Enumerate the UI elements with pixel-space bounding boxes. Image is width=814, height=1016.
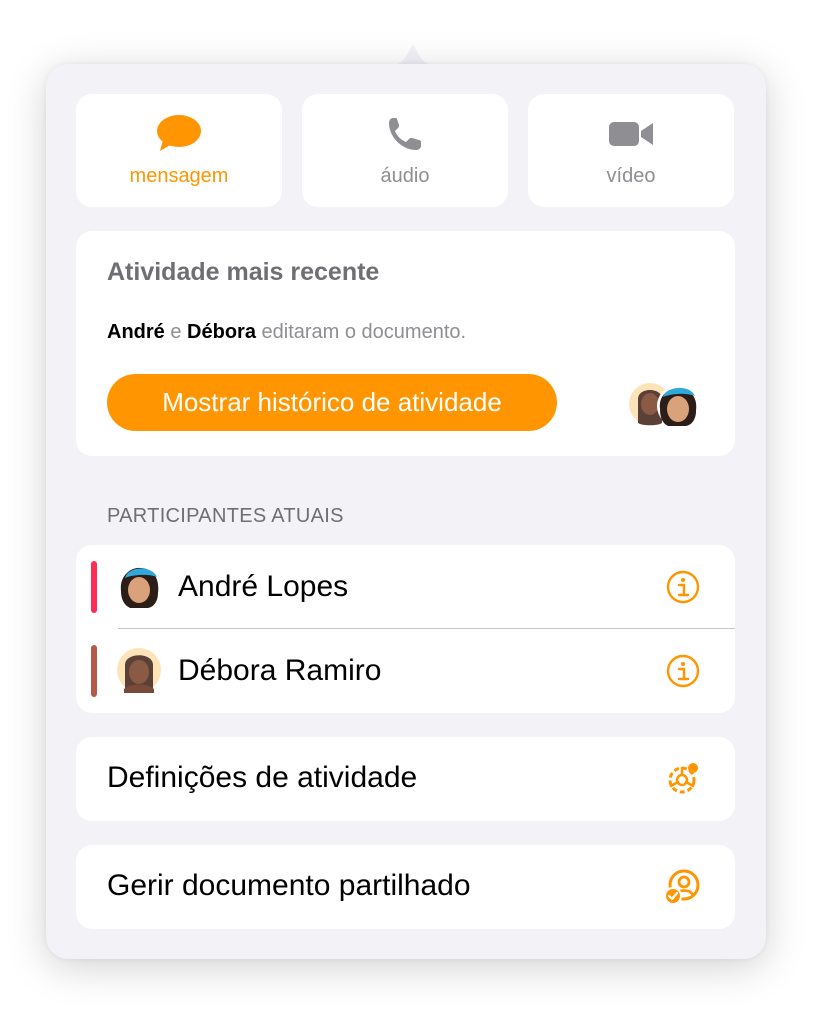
collaboration-popover: mensagem áudio vídeo Atividade mais rece… (46, 64, 766, 959)
info-icon[interactable] (666, 570, 700, 604)
avatar (120, 567, 159, 608)
participant-row[interactable]: Débora Ramiro (76, 629, 735, 713)
avatar (117, 648, 161, 693)
participant-color-bar (91, 645, 97, 697)
summary-rest: editaram o documento. (255, 321, 467, 343)
phone-icon (389, 118, 421, 150)
show-activity-history-button[interactable]: Mostrar histórico de atividade (107, 374, 557, 431)
participant-name: André Lopes (178, 570, 349, 603)
participants-list: André Lopes Débora Ramiro (76, 545, 735, 713)
participant-row[interactable]: André Lopes (76, 545, 735, 629)
recent-activity-heading: Atividade mais recente (107, 258, 380, 286)
summary-name-debora: Débora (187, 321, 256, 343)
message-button-label: mensagem (129, 165, 229, 187)
activity-summary: André e Débora editaram o documento. (107, 321, 466, 344)
audio-button-label: áudio (380, 165, 430, 187)
message-button[interactable]: mensagem (76, 94, 282, 207)
video-button[interactable]: vídeo (528, 94, 734, 207)
recent-activity-card: Atividade mais recente André e Débora ed… (76, 231, 735, 456)
video-button-label: vídeo (606, 165, 656, 187)
avatar-stack (629, 383, 699, 427)
activity-settings-icon (668, 763, 698, 794)
summary-name-andre: André (107, 321, 165, 343)
activity-settings-row[interactable]: Definições de atividade (76, 737, 735, 821)
video-camera-icon (609, 122, 653, 146)
current-participants-header: PARTICIPANTES ATUAIS (107, 505, 344, 527)
manage-shared-document-label: Gerir documento partilhado (107, 869, 471, 902)
info-icon[interactable] (666, 654, 700, 688)
summary-and: e (164, 321, 188, 343)
popover-arrow (385, 44, 441, 66)
audio-button[interactable]: áudio (302, 94, 508, 207)
shared-person-check-icon (664, 869, 700, 905)
manage-shared-document-row[interactable]: Gerir documento partilhado (76, 845, 735, 929)
participant-color-bar (91, 561, 97, 613)
message-bubble-icon (157, 115, 201, 151)
activity-settings-label: Definições de atividade (107, 761, 418, 794)
participant-name: Débora Ramiro (178, 654, 382, 687)
